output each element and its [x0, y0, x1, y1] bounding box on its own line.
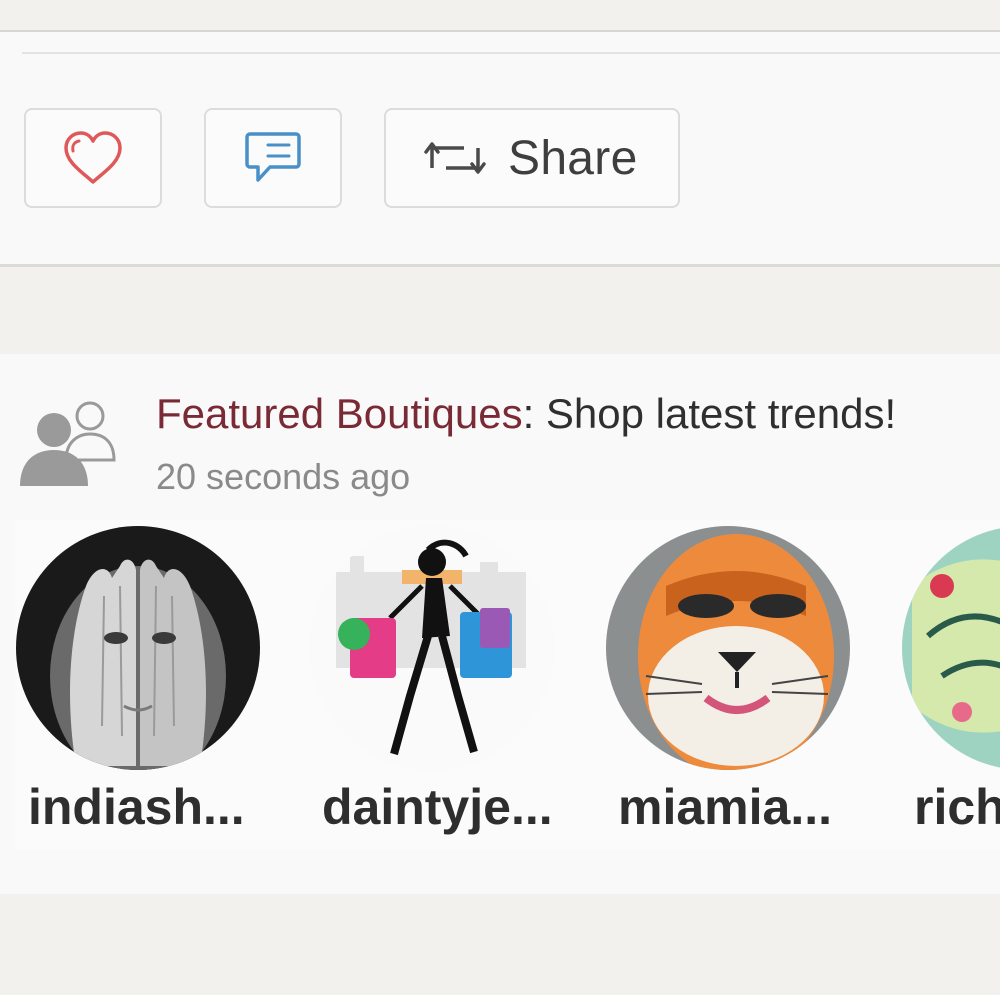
like-button[interactable] [24, 108, 162, 208]
title-separator: : [522, 390, 535, 437]
boutique-item[interactable]: indiash... [14, 520, 284, 850]
top-bar [0, 0, 1000, 32]
users-group-icon [20, 401, 116, 486]
boutique-item[interactable]: miamia... [604, 520, 874, 850]
post-actions-card: Share [0, 32, 1000, 267]
avatar [310, 526, 554, 770]
boutique-carousel[interactable]: indiash... daintyje... miamia... rich [14, 520, 1000, 850]
feed-title-text: Shop latest trends! [534, 390, 897, 437]
feed-title: Featured Boutiques: Shop latest trends! [156, 390, 896, 438]
share-label: Share [508, 131, 638, 185]
heart-icon [64, 131, 122, 184]
boutique-handle: miamia... [618, 779, 832, 835]
comment-button[interactable] [204, 108, 342, 208]
avatar [902, 526, 1000, 770]
avatar [606, 526, 850, 770]
share-button[interactable]: Share [384, 108, 680, 208]
boutique-item[interactable]: rich [900, 520, 1000, 850]
comment-icon [245, 132, 301, 182]
timestamp: 20 seconds ago [156, 456, 411, 497]
avatar [16, 526, 260, 770]
repost-icon [424, 142, 486, 174]
boutique-handle: indiash... [28, 779, 245, 835]
boutique-handle: rich [914, 779, 1000, 835]
divider [22, 52, 1000, 54]
boutique-handle: daintyje... [322, 779, 553, 835]
featured-boutiques-card: Featured Boutiques: Shop latest trends! … [0, 354, 1000, 894]
bottom-bar [0, 894, 1000, 995]
boutiques-link[interactable]: Featured Boutiques [156, 390, 523, 437]
boutique-item[interactable]: daintyje... [308, 520, 578, 850]
